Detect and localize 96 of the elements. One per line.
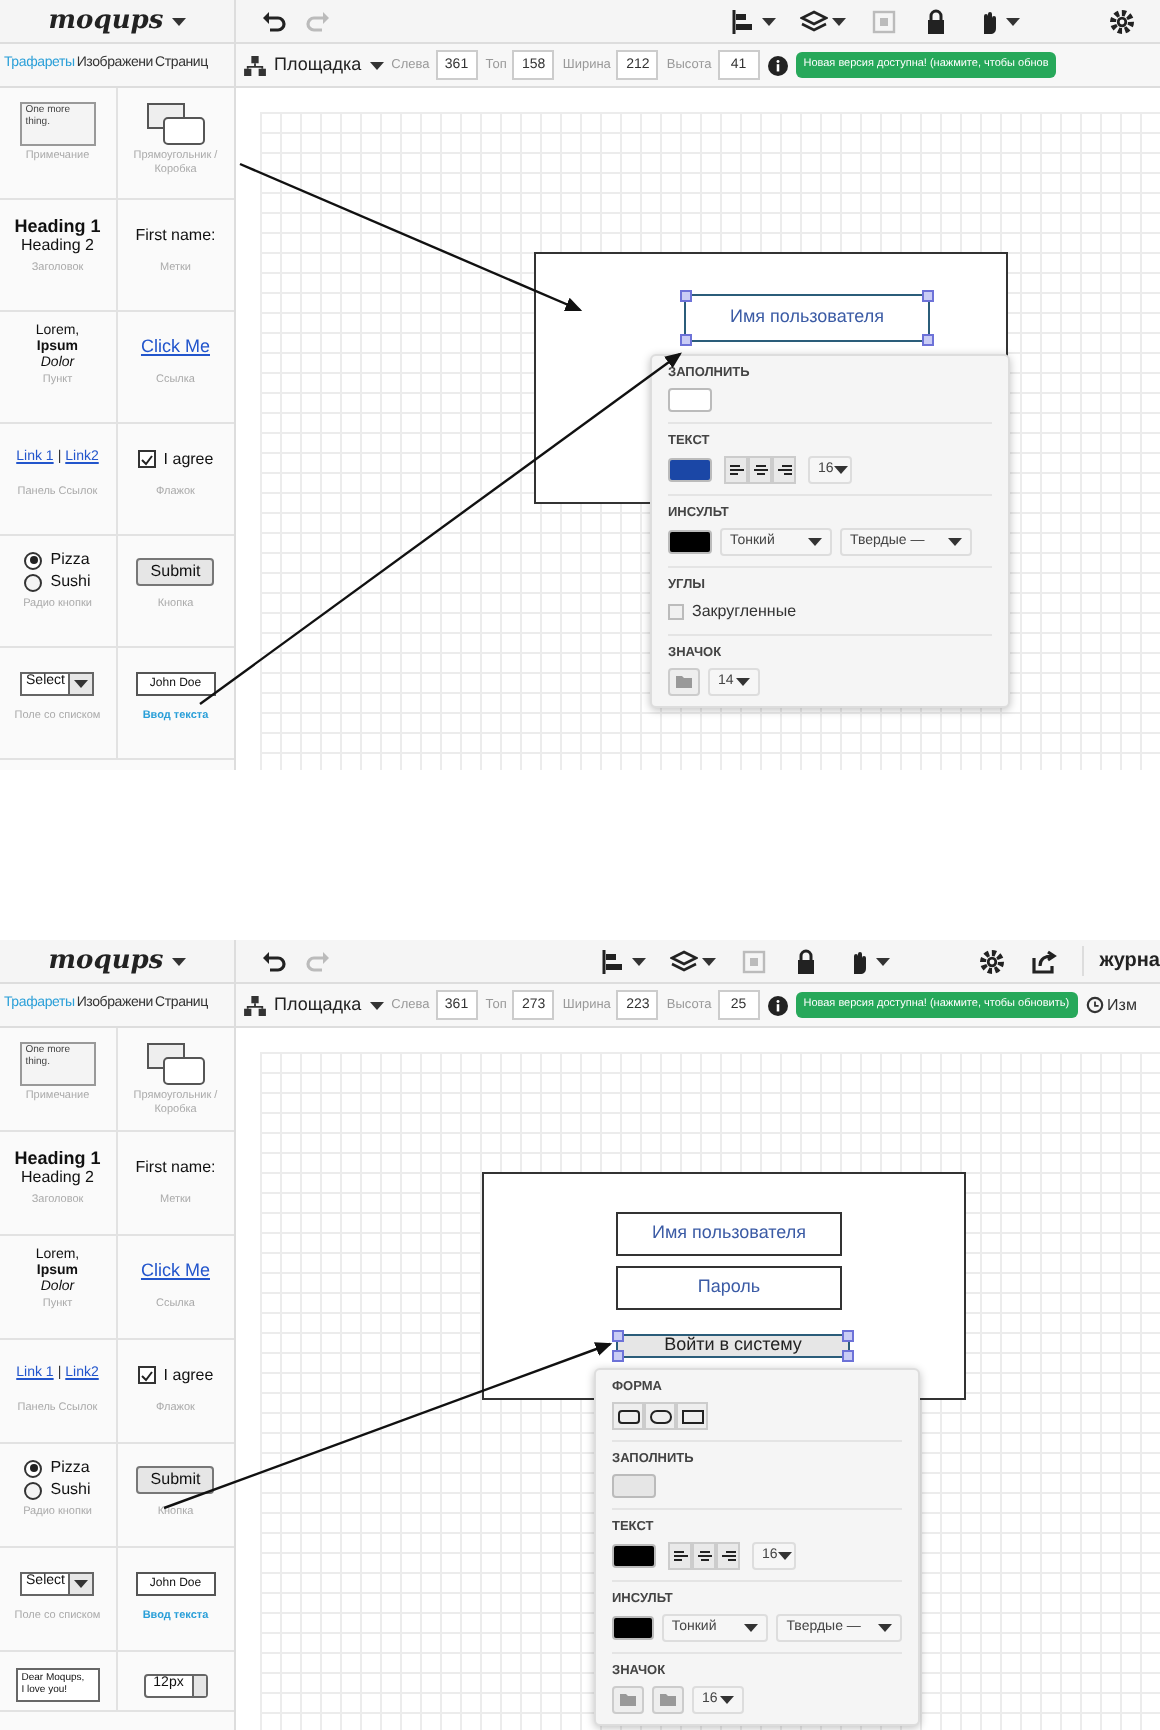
- caret-icon: [74, 679, 89, 687]
- app-logo[interactable]: moqups: [48, 941, 164, 981]
- resize-handle[interactable]: [680, 290, 692, 302]
- settings-icon[interactable]: [1108, 7, 1136, 35]
- page-selector[interactable]: Площадка: [244, 991, 384, 1019]
- text-field[interactable]: Пароль: [616, 1266, 842, 1310]
- caret-icon: [720, 1696, 734, 1704]
- caret-icon: [631, 957, 646, 965]
- caret-icon: [833, 466, 848, 474]
- text-field[interactable]: Имя пользователя: [684, 294, 930, 342]
- color-swatch[interactable]: [668, 458, 712, 482]
- caret-icon: [875, 957, 890, 965]
- label-sample: First name:: [135, 223, 216, 247]
- align-icon[interactable]: [730, 7, 758, 35]
- radio-label: Sushi: [50, 572, 91, 592]
- heading-sample: Heading 2: [21, 1167, 94, 1187]
- align-icon: [697, 1549, 711, 1563]
- login-button[interactable]: Войти в систему: [616, 1334, 850, 1358]
- checkbox[interactable]: [668, 604, 684, 620]
- caret-icon: [171, 957, 186, 965]
- caret-icon: [74, 1579, 89, 1587]
- caret-icon: [808, 538, 822, 546]
- share-icon[interactable]: [1029, 947, 1058, 975]
- caret-icon: [777, 1552, 792, 1560]
- resize-handle[interactable]: [922, 334, 934, 346]
- caret-icon: [948, 538, 962, 546]
- align-icon: [729, 463, 743, 477]
- checkbox-label: I agree: [163, 1363, 214, 1387]
- undo-icon[interactable]: [260, 7, 288, 35]
- color-swatch[interactable]: [668, 388, 712, 412]
- checkbox-label: Закругленные: [692, 600, 797, 624]
- align-icon: [673, 1549, 687, 1563]
- caret-icon: [736, 678, 750, 686]
- link-sample: Click Me: [140, 333, 210, 360]
- label-sample: First name:: [135, 1155, 216, 1179]
- rectangle-shape-icon: [681, 1409, 703, 1423]
- align-button[interactable]: [748, 456, 772, 484]
- align-icon: [777, 463, 791, 477]
- radio-label: Sushi: [50, 1480, 91, 1500]
- shape-button[interactable]: [644, 1402, 676, 1430]
- folder-icon: [620, 1694, 636, 1706]
- rectangles-preview: [145, 1041, 206, 1085]
- info-icon[interactable]: [767, 55, 788, 75]
- heading-sample: Heading 1: [14, 1147, 101, 1167]
- sitemap-icon: [244, 995, 266, 1015]
- layers-icon[interactable]: [800, 7, 828, 35]
- button-sample: Submit: [136, 1465, 215, 1493]
- color-swatch[interactable]: [612, 1474, 656, 1498]
- lock-icon[interactable]: [922, 7, 950, 35]
- history-link[interactable]: Изм: [1107, 993, 1137, 1017]
- heading-sample: Heading 2: [21, 235, 94, 255]
- caret-icon: [744, 1624, 759, 1632]
- caret-icon: [878, 1624, 892, 1632]
- rectangles-preview: [145, 101, 206, 145]
- align-button[interactable]: [692, 1542, 716, 1570]
- caret-icon: [1006, 17, 1020, 25]
- align-icon[interactable]: [599, 947, 628, 975]
- folder-icon: [660, 1694, 676, 1706]
- app-logo[interactable]: moqups: [48, 1, 164, 41]
- radio-label: Pizza: [50, 550, 90, 570]
- link-sample: Click Me: [140, 1257, 210, 1284]
- caret-icon: [701, 957, 716, 965]
- sitemap-icon: [244, 55, 266, 75]
- caret-icon: [369, 61, 384, 69]
- caret-icon: [171, 17, 186, 25]
- settings-icon[interactable]: [977, 947, 1006, 975]
- radio-label: Pizza: [50, 1458, 90, 1478]
- checkbox-label: I agree: [163, 447, 214, 471]
- color-swatch[interactable]: [612, 1616, 654, 1640]
- caret-icon: [369, 1001, 384, 1009]
- color-swatch[interactable]: [668, 530, 712, 554]
- resize-handle[interactable]: [922, 290, 934, 302]
- info-icon[interactable]: [767, 995, 788, 1015]
- align-icon: [721, 1549, 735, 1563]
- shape-button[interactable]: [612, 1402, 644, 1430]
- caret-icon: [762, 17, 776, 25]
- folder-icon: [676, 676, 692, 688]
- history-icon[interactable]: [1085, 996, 1104, 1014]
- layers-icon[interactable]: [669, 947, 698, 975]
- button-sample: Submit: [136, 557, 215, 585]
- journal-label[interactable]: журна: [1081, 946, 1160, 976]
- resize-handle[interactable]: [680, 334, 692, 346]
- text-field[interactable]: Имя пользователя: [616, 1212, 842, 1256]
- align-button[interactable]: [772, 456, 796, 484]
- align-icon: [753, 463, 767, 477]
- align-button[interactable]: [716, 1542, 740, 1570]
- shape-button[interactable]: [676, 1402, 708, 1430]
- align-button[interactable]: [724, 456, 748, 484]
- color-swatch[interactable]: [612, 1544, 656, 1568]
- pill-shape-icon: [649, 1409, 671, 1423]
- heading-sample: Heading 1: [14, 215, 101, 235]
- caret-icon: [832, 17, 846, 25]
- rectangle-shape-icon: [617, 1409, 639, 1423]
- undo-icon[interactable]: [260, 947, 288, 975]
- align-button[interactable]: [668, 1542, 692, 1570]
- page-selector[interactable]: Площадка: [244, 51, 384, 79]
